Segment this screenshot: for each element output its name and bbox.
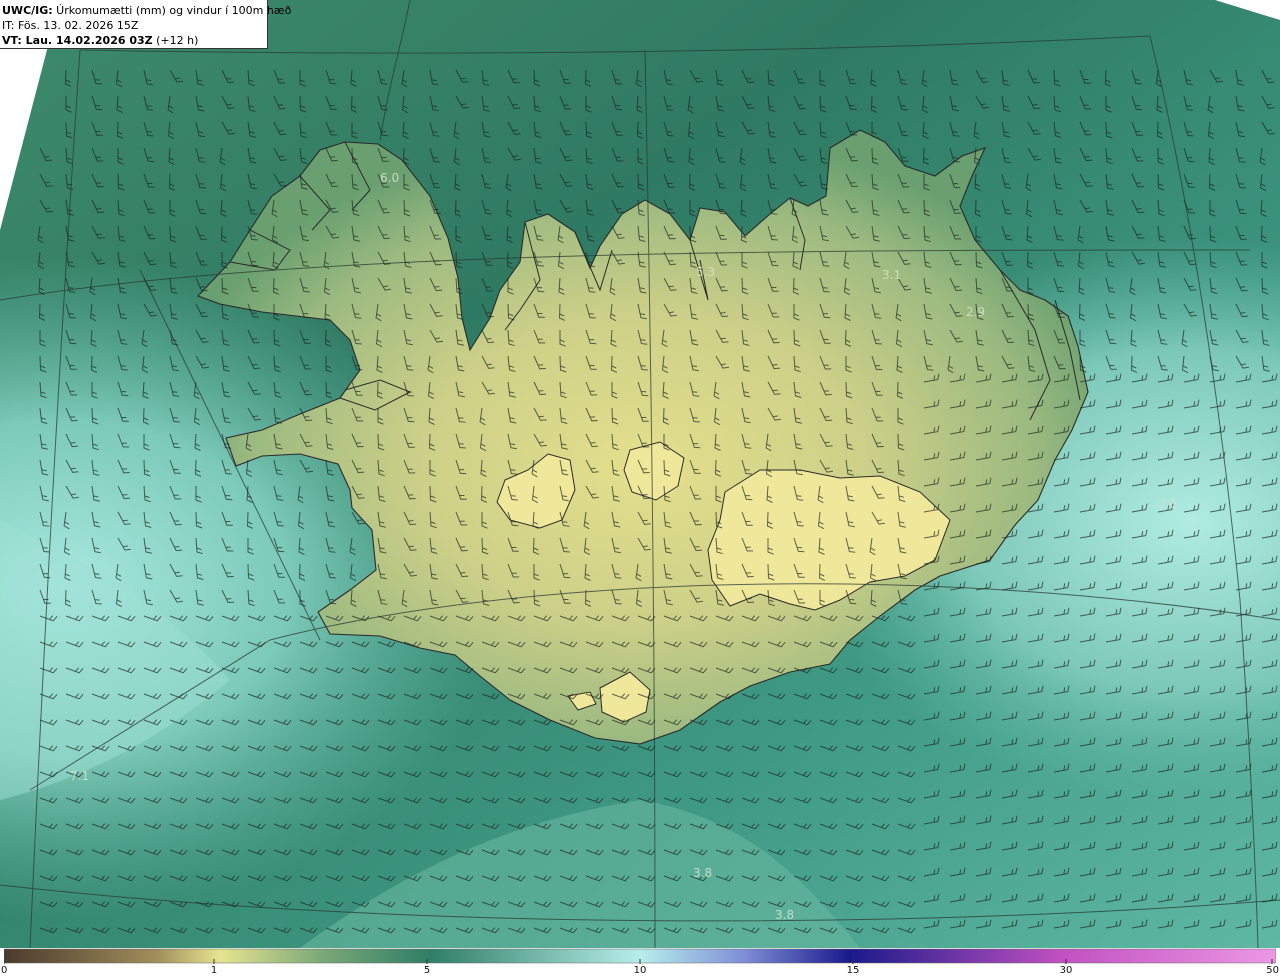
colorbar-tick-label: 15 [846,965,860,976]
value-label-south-sea-2: 3.8 [775,908,794,922]
value-label-north-central: 5.3 [696,265,715,279]
value-label-east-sea: 2.6 [1158,497,1177,511]
colorbar-tick-label: 10 [633,965,647,976]
map-canvas: 6.0 5.3 3.1 2.9 2.6 7.1 3.8 3.8 [0,0,1280,948]
precipitation-map: 6.0 5.3 3.1 2.9 2.6 7.1 3.8 3.8 UWC/IG: … [0,0,1280,948]
value-label-westfjords: 6.0 [380,171,399,185]
colorbar-tick-label: 5 [423,965,431,976]
model-name: UWC/IG: [2,4,53,17]
value-label-northeast: 3.1 [882,268,901,282]
colorbar-tick-label: 30 [1059,965,1073,976]
valid-time: VT: Lau. 14.02.2026 03Z [2,34,153,47]
product-description: Úrkomumætti (mm) og vindur í 100m hæð [52,4,292,17]
colorbar-labels: 0 1 5 10 15 30 50 [0,964,1280,978]
title-row: UWC/IG: Úrkomumætti (mm) og vindur í 100… [2,3,291,18]
colorbar [4,948,1276,964]
colorbar-tick-label: 1 [210,965,218,976]
issue-time: IT: Fös. 13. 02. 2026 15Z [2,19,139,32]
value-label-east: 2.9 [966,305,985,319]
colorbar-tick-label: 50 [1266,965,1279,976]
colorbar-tick-label: 0 [1,965,8,976]
value-label-southwest-sea: 7.1 [70,769,89,783]
valid-time-row: VT: Lau. 14.02.2026 03Z (+12 h) [2,33,263,48]
value-label-south-sea-1: 3.8 [693,866,712,880]
forecast-lead: (+12 h) [152,34,199,47]
map-info-box: UWC/IG: Úrkomumætti (mm) og vindur í 100… [0,0,291,49]
